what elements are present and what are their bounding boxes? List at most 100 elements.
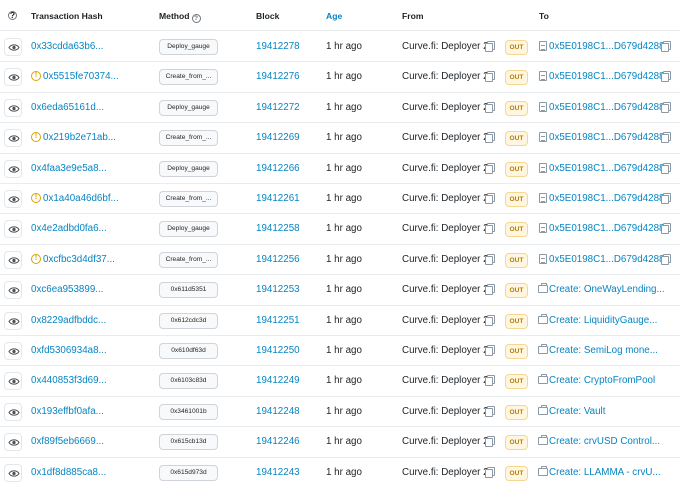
copy-icon[interactable] xyxy=(485,101,495,113)
block-link[interactable]: 19412251 xyxy=(256,315,300,326)
eye-icon[interactable] xyxy=(4,342,22,360)
to-address-link[interactable]: 0x5E0198C1...D679d4288 xyxy=(549,193,664,204)
to-address-link[interactable]: 0x5E0198C1...D679d4288 xyxy=(549,41,664,52)
from-address-link[interactable]: Curve.fi: Deployer 2 xyxy=(402,436,489,447)
to-address-link[interactable]: 0x5E0198C1...D679d4288 xyxy=(549,102,664,113)
from-address-link[interactable]: Curve.fi: Deployer 2 xyxy=(402,223,489,234)
question-circle-icon[interactable]: ? xyxy=(8,11,17,20)
from-address-link[interactable]: Curve.fi: Deployer 2 xyxy=(402,71,489,82)
tx-hash-link[interactable]: 0x4faa3e9e5a8... xyxy=(31,163,107,174)
eye-icon[interactable] xyxy=(4,129,22,148)
block-link[interactable]: 19412261 xyxy=(256,193,300,204)
from-address-link[interactable]: Curve.fi: Deployer 2 xyxy=(402,254,489,265)
from-address-link[interactable]: Curve.fi: Deployer 2 xyxy=(402,163,489,174)
eye-icon[interactable] xyxy=(4,402,22,421)
copy-icon[interactable] xyxy=(485,466,495,478)
to-address-link[interactable]: Create: OneWayLending... xyxy=(549,284,665,295)
block-link[interactable]: 19412276 xyxy=(256,71,300,82)
copy-icon[interactable] xyxy=(661,253,671,265)
copy-icon[interactable] xyxy=(485,162,495,174)
from-address-link[interactable]: Curve.fi: Deployer 2 xyxy=(402,406,489,417)
to-address-link[interactable]: Create: crvUSD Control... xyxy=(549,436,660,447)
tx-hash-link[interactable]: 0xc6ea953899... xyxy=(31,284,103,295)
copy-icon[interactable] xyxy=(485,314,495,326)
age-column-header[interactable]: Age xyxy=(326,11,342,21)
eye-icon[interactable] xyxy=(4,68,22,87)
eye-icon[interactable] xyxy=(4,38,22,56)
to-address-link[interactable]: 0x5E0198C1...D679d4288 xyxy=(549,71,664,82)
block-link[interactable]: 19412256 xyxy=(256,254,300,265)
copy-icon[interactable] xyxy=(485,223,495,235)
copy-icon[interactable] xyxy=(661,41,671,52)
tx-hash-link[interactable]: 0x1a40a46d6bf... xyxy=(43,193,119,204)
copy-icon[interactable] xyxy=(485,375,495,387)
to-address-link[interactable]: 0x5E0198C1...D679d4288 xyxy=(549,132,664,143)
from-address-link[interactable]: Curve.fi: Deployer 2 xyxy=(402,375,489,386)
from-address-link[interactable]: Curve.fi: Deployer 2 xyxy=(402,284,489,295)
copy-icon[interactable] xyxy=(485,193,495,204)
from-address-link[interactable]: Curve.fi: Deployer 2 xyxy=(402,193,489,204)
copy-icon[interactable] xyxy=(485,41,495,52)
copy-icon[interactable] xyxy=(485,253,495,265)
from-address-link[interactable]: Curve.fi: Deployer 2 xyxy=(402,467,489,478)
to-address-link[interactable]: 0x5E0198C1...D679d4288 xyxy=(549,254,664,265)
to-address-link[interactable]: Create: LLAMMA - crvU... xyxy=(549,467,661,478)
eye-icon[interactable] xyxy=(4,433,22,452)
copy-icon[interactable] xyxy=(485,71,495,83)
tx-hash-link[interactable]: 0x5515fe70374... xyxy=(43,71,119,82)
eye-icon[interactable] xyxy=(4,281,22,300)
tx-hash-link[interactable]: 0x4e2adbd0fa6... xyxy=(31,223,107,234)
to-address-link[interactable]: Create: CryptoFromPool xyxy=(549,375,655,386)
from-address-link[interactable]: Curve.fi: Deployer 2 xyxy=(402,102,489,113)
copy-icon[interactable] xyxy=(661,132,671,144)
block-link[interactable]: 19412266 xyxy=(256,163,300,174)
block-link[interactable]: 19412272 xyxy=(256,102,300,113)
from-address-link[interactable]: Curve.fi: Deployer 2 xyxy=(402,41,489,52)
copy-icon[interactable] xyxy=(485,345,495,356)
eye-icon[interactable] xyxy=(4,98,22,117)
copy-icon[interactable] xyxy=(661,223,671,235)
copy-icon[interactable] xyxy=(661,71,671,83)
block-link[interactable]: 19412253 xyxy=(256,284,300,295)
copy-icon[interactable] xyxy=(661,193,671,204)
to-address-link[interactable]: Create: Vault xyxy=(549,406,605,417)
eye-icon[interactable] xyxy=(4,311,22,330)
eye-icon[interactable] xyxy=(4,220,22,239)
block-link[interactable]: 19412250 xyxy=(256,345,300,356)
copy-icon[interactable] xyxy=(661,101,671,113)
tx-hash-link[interactable]: 0x440853f3d69... xyxy=(31,375,107,386)
from-address-link[interactable]: Curve.fi: Deployer 2 xyxy=(402,315,489,326)
to-address-link[interactable]: 0x5E0198C1...D679d4288 xyxy=(549,223,664,234)
block-link[interactable]: 19412243 xyxy=(256,467,300,478)
from-address-link[interactable]: Curve.fi: Deployer 2 xyxy=(402,132,489,143)
to-address-link[interactable]: 0x5E0198C1...D679d4288 xyxy=(549,163,664,174)
copy-icon[interactable] xyxy=(485,132,495,144)
to-address-link[interactable]: Create: LiquidityGauge... xyxy=(549,315,657,326)
eye-icon[interactable] xyxy=(4,159,22,178)
block-link[interactable]: 19412249 xyxy=(256,375,300,386)
tx-hash-link[interactable]: 0x1df8d885ca8... xyxy=(31,467,106,478)
eye-icon[interactable] xyxy=(4,250,22,269)
tx-hash-link[interactable]: 0x219b2e71ab... xyxy=(43,132,116,143)
from-address-link[interactable]: Curve.fi: Deployer 2 xyxy=(402,345,489,356)
tx-hash-link[interactable]: 0x193effbf0afa... xyxy=(31,406,104,417)
block-link[interactable]: 19412269 xyxy=(256,132,300,143)
block-link[interactable]: 19412248 xyxy=(256,406,300,417)
tx-hash-link[interactable]: 0xfd5306934a8... xyxy=(31,345,107,356)
question-circle-icon[interactable]: ? xyxy=(191,14,201,23)
block-link[interactable]: 19412258 xyxy=(256,223,300,234)
tx-hash-link[interactable]: 0x33cdda63b6... xyxy=(31,41,103,52)
to-address-link[interactable]: Create: SemiLog mone... xyxy=(549,345,658,356)
block-link[interactable]: 19412246 xyxy=(256,436,300,447)
copy-icon[interactable] xyxy=(661,162,671,174)
copy-icon[interactable] xyxy=(485,436,495,448)
copy-icon[interactable] xyxy=(485,405,495,417)
tx-hash-link[interactable]: 0x6eda65161d... xyxy=(31,102,104,113)
tx-hash-link[interactable]: 0xcfbc3d4df37... xyxy=(43,254,115,265)
copy-icon[interactable] xyxy=(485,284,495,296)
tx-hash-link[interactable]: 0x8229adfbddc... xyxy=(31,315,106,326)
block-link[interactable]: 19412278 xyxy=(256,41,300,52)
eye-icon[interactable] xyxy=(4,190,22,208)
tx-hash-link[interactable]: 0xf89f5eb6669... xyxy=(31,436,104,447)
eye-icon[interactable] xyxy=(4,463,22,482)
